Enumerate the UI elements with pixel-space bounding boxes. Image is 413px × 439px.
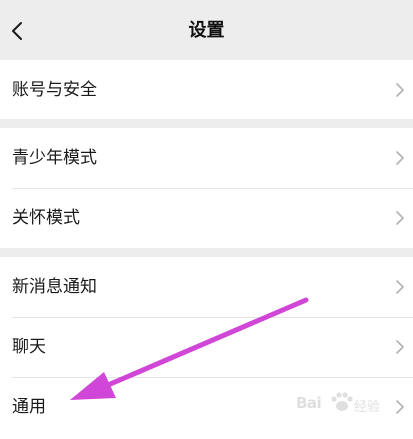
chevron-right-icon — [396, 211, 404, 225]
settings-item-chat[interactable]: 聊天 — [0, 317, 413, 377]
chevron-right-icon — [396, 151, 404, 165]
settings-screen: 设置 账号与安全 青少年模式 关怀模式 新消息通知 聊天 通用 Bai 经验 — [0, 0, 413, 439]
chevron-right-icon — [396, 340, 404, 354]
settings-item-label: 新消息通知 — [12, 277, 97, 297]
settings-item-label: 通用 — [12, 397, 46, 417]
settings-group-modes: 青少年模式 关怀模式 — [0, 128, 413, 248]
settings-item-label: 聊天 — [12, 337, 46, 357]
settings-item-notifications[interactable]: 新消息通知 — [0, 257, 413, 317]
watermark-brand: Bai — [296, 394, 322, 412]
settings-item-teen-mode[interactable]: 青少年模式 — [0, 128, 413, 188]
baidu-jingyan-watermark: Bai 经验 — [292, 384, 404, 424]
nav-bar: 设置 — [0, 0, 413, 60]
settings-item-care-mode[interactable]: 关怀模式 — [0, 188, 413, 248]
page-title: 设置 — [188, 20, 225, 41]
settings-item-label: 青少年模式 — [12, 148, 97, 168]
settings-item-account-security[interactable]: 账号与安全 — [0, 60, 413, 120]
chevron-right-icon — [396, 83, 404, 97]
settings-group-account: 账号与安全 — [0, 60, 413, 119]
watermark-suffix: 经验 — [354, 400, 381, 415]
settings-item-label: 关怀模式 — [12, 208, 80, 228]
chevron-right-icon — [396, 280, 404, 294]
settings-item-label: 账号与安全 — [12, 80, 97, 100]
